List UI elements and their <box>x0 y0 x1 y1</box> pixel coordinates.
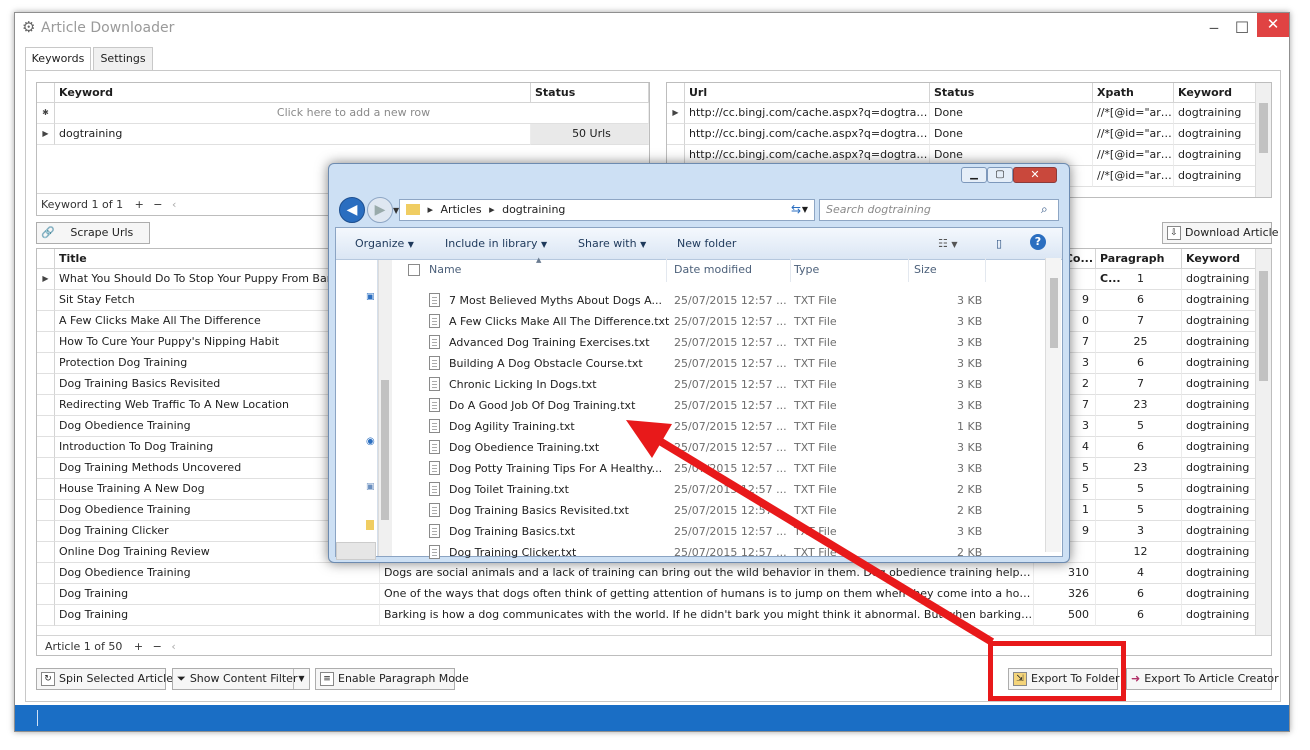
annotation-arrow <box>626 420 995 646</box>
annotation-arrow-line <box>655 436 995 646</box>
annotation-arrow-head <box>626 420 672 458</box>
annotation-highlight-box <box>988 641 1126 701</box>
